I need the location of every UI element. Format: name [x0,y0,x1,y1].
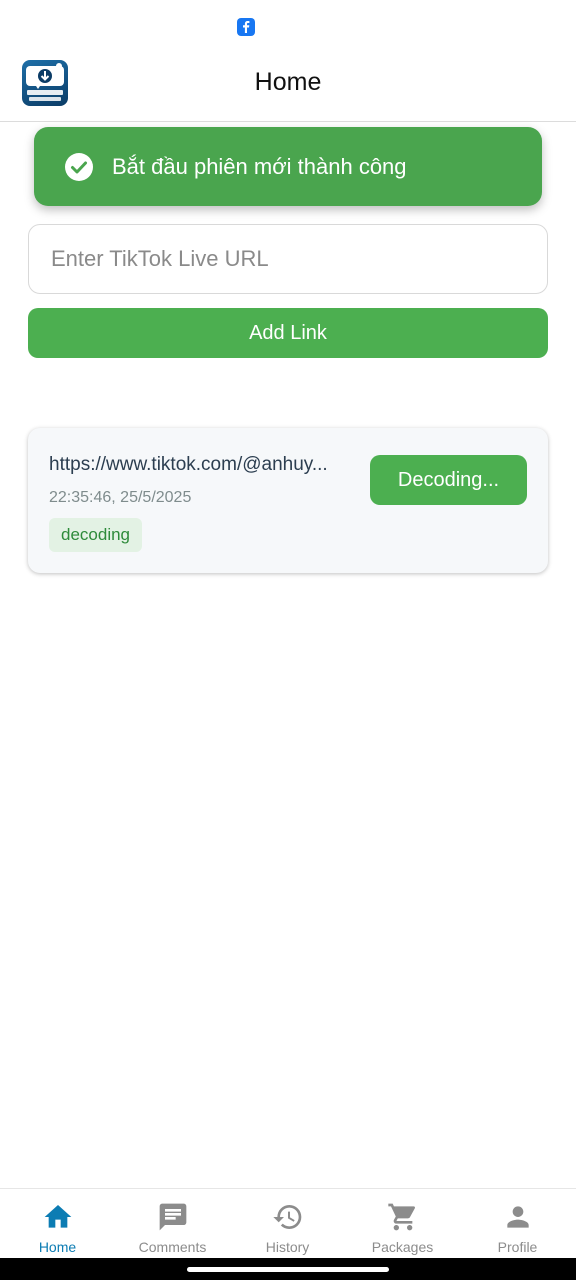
toast-message: Bắt đầu phiên mới thành công [112,154,407,179]
nav-label-profile: Profile [497,1239,538,1255]
session-timestamp: 22:35:46, 25/5/2025 [49,489,192,506]
status-badge: decoding [49,518,143,552]
nav-item-comments[interactable]: Comments [115,1189,230,1259]
tiktok-url-input[interactable] [28,224,548,294]
person-icon [507,1206,529,1228]
app-header: Home [0,52,576,122]
nav-label-comments: Comments [138,1239,207,1255]
decoding-button[interactable]: Decoding... [370,455,527,505]
nav-label-packages: Packages [371,1239,434,1255]
history-icon [273,1205,302,1229]
session-url: https://www.tiktok.com/@anhuy... [49,454,328,475]
home-icon [44,1205,72,1228]
session-card: https://www.tiktok.com/@anhuy... 22:35:4… [28,428,548,573]
nav-item-history[interactable]: History [230,1189,345,1259]
nav-label-home: Home [38,1239,77,1255]
success-toast: Bắt đầu phiên mới thành công [34,127,542,206]
facebook-icon [237,18,255,36]
home-gesture-handle[interactable] [187,1267,389,1272]
bottom-nav: Home Comments History Packages Profile [0,1188,576,1258]
gesture-bar [0,1258,576,1280]
page-title: Home [254,68,322,96]
nav-item-profile[interactable]: Profile [460,1189,575,1259]
add-link-button[interactable]: Add Link [28,308,548,358]
check-circle-icon [65,153,93,181]
nav-item-packages[interactable]: Packages [345,1189,460,1259]
status-bar [0,0,576,52]
cart-icon [388,1203,416,1231]
nav-label-history: History [265,1239,310,1255]
comment-icon [159,1203,187,1231]
nav-item-home[interactable]: Home [0,1189,115,1259]
